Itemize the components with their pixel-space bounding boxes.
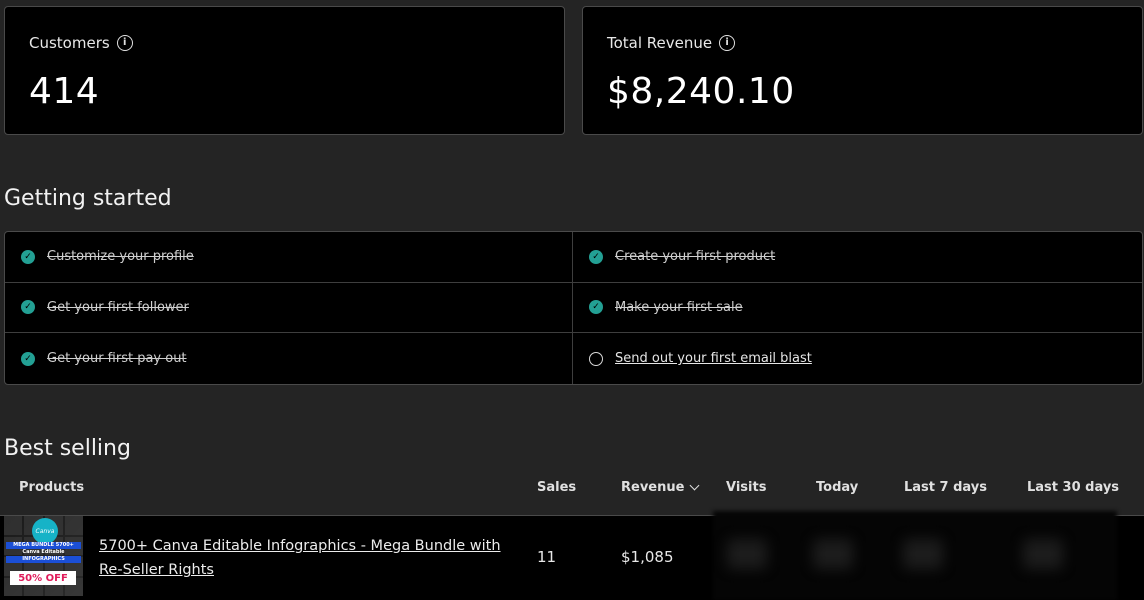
thumbnail-line-3: INFOGRAPHICS — [6, 556, 81, 563]
column-revenue[interactable]: Revenue — [621, 480, 700, 495]
checklist-item-label: Make your first sale — [615, 299, 743, 315]
column-visits[interactable]: Visits — [726, 480, 766, 495]
column-last-7-days[interactable]: Last 7 days — [904, 480, 987, 495]
checklist-item-customize-profile[interactable]: ✓ Customize your profile — [5, 232, 573, 283]
checklist-item-first-follower[interactable]: ✓ Get your first follower — [5, 282, 573, 334]
revenue-label: Total Revenue — [607, 34, 713, 52]
thumbnail-caption: MEGA BUNDLE 5700+ Canva Editable INFOGRA… — [6, 542, 81, 563]
checklist-item-create-product[interactable]: ✓ Create your first product — [573, 232, 1142, 283]
info-icon[interactable]: i — [116, 35, 133, 51]
thumbnail-line-2: Canva Editable — [22, 549, 65, 555]
checklist-item-label: Get your first follower — [47, 299, 189, 315]
customers-label: Customers — [29, 34, 110, 52]
canva-logo: Canva — [32, 518, 58, 544]
discount-badge: 50% OFF — [10, 571, 76, 585]
product-name-link[interactable]: 5700+ Canva Editable Infographics - Mega… — [99, 534, 509, 582]
checklist-item-email-blast[interactable]: Send out your first email blast — [573, 333, 1142, 384]
checklist-item-link[interactable]: Send out your first email blast — [615, 351, 812, 366]
check-circle-icon: ✓ — [21, 249, 35, 264]
best-selling-table-header: Products Sales Revenue Visits Today Last… — [0, 480, 1144, 500]
revenue-label-row: Total Revenue i — [607, 34, 736, 52]
getting-started-title: Getting started — [4, 186, 172, 211]
checklist-item-first-payout[interactable]: ✓ Get your first pay out — [5, 333, 573, 384]
chevron-down-icon — [690, 480, 700, 491]
empty-circle-icon — [589, 351, 603, 366]
customers-card: Customers i 414 — [4, 6, 565, 135]
product-thumbnail[interactable]: Canva MEGA BUNDLE 5700+ Canva Editable I… — [4, 516, 83, 596]
column-last-30-days[interactable]: Last 30 days — [1027, 480, 1119, 495]
best-selling-title: Best selling — [4, 436, 131, 461]
checklist-item-label: Customize your profile — [47, 249, 194, 265]
checklist-item-first-sale[interactable]: ✓ Make your first sale — [573, 283, 1142, 334]
product-sales: 11 — [537, 548, 557, 566]
column-today[interactable]: Today — [816, 480, 858, 495]
info-icon[interactable]: i — [719, 35, 736, 51]
customers-value: 414 — [29, 71, 100, 112]
check-circle-icon: ✓ — [21, 300, 35, 315]
revenue-value: $8,240.10 — [607, 71, 795, 112]
revenue-card: Total Revenue i $8,240.10 — [582, 6, 1143, 135]
column-revenue-label: Revenue — [621, 480, 685, 495]
column-products: Products — [19, 480, 85, 495]
thumbnail-line-1: MEGA BUNDLE 5700+ — [6, 542, 81, 549]
redacted-stats-area — [713, 511, 1117, 600]
checklist-item-label: Create your first product — [615, 249, 776, 265]
getting-started-checklist: ✓ Customize your profile ✓ Create your f… — [4, 231, 1143, 385]
customers-label-row: Customers i — [29, 34, 133, 52]
check-circle-icon: ✓ — [589, 300, 603, 315]
check-circle-icon: ✓ — [21, 351, 35, 366]
check-circle-icon: ✓ — [589, 249, 603, 264]
checklist-item-label: Get your first pay out — [47, 351, 187, 367]
column-sales[interactable]: Sales — [537, 480, 576, 495]
product-revenue: $1,085 — [621, 548, 674, 566]
